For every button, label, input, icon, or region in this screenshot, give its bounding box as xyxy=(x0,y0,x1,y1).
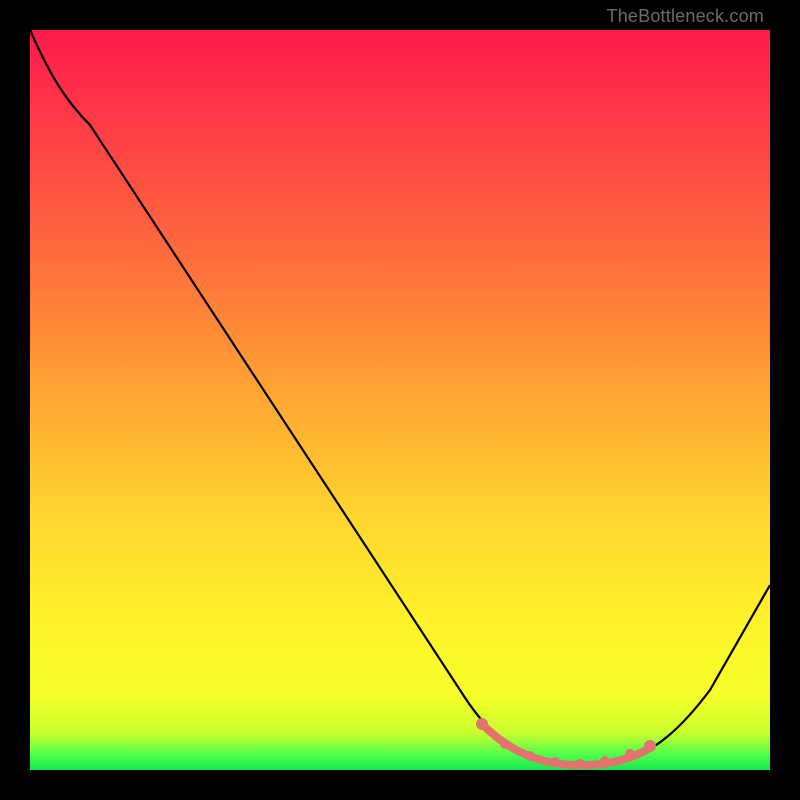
curve-svg xyxy=(30,30,770,770)
chart-frame: TheBottleneck.com xyxy=(0,0,800,800)
highlight-bead xyxy=(625,749,635,759)
highlight-bead xyxy=(525,751,535,761)
plot-area xyxy=(30,30,770,770)
highlight-bead xyxy=(575,759,585,769)
bottleneck-curve xyxy=(30,30,770,765)
highlight-bead xyxy=(476,718,488,730)
highlight-bead xyxy=(644,740,656,752)
watermark-text: TheBottleneck.com xyxy=(607,6,764,27)
highlight-bead xyxy=(500,739,510,749)
highlight-bead xyxy=(550,757,560,767)
highlight-bead xyxy=(600,756,610,766)
